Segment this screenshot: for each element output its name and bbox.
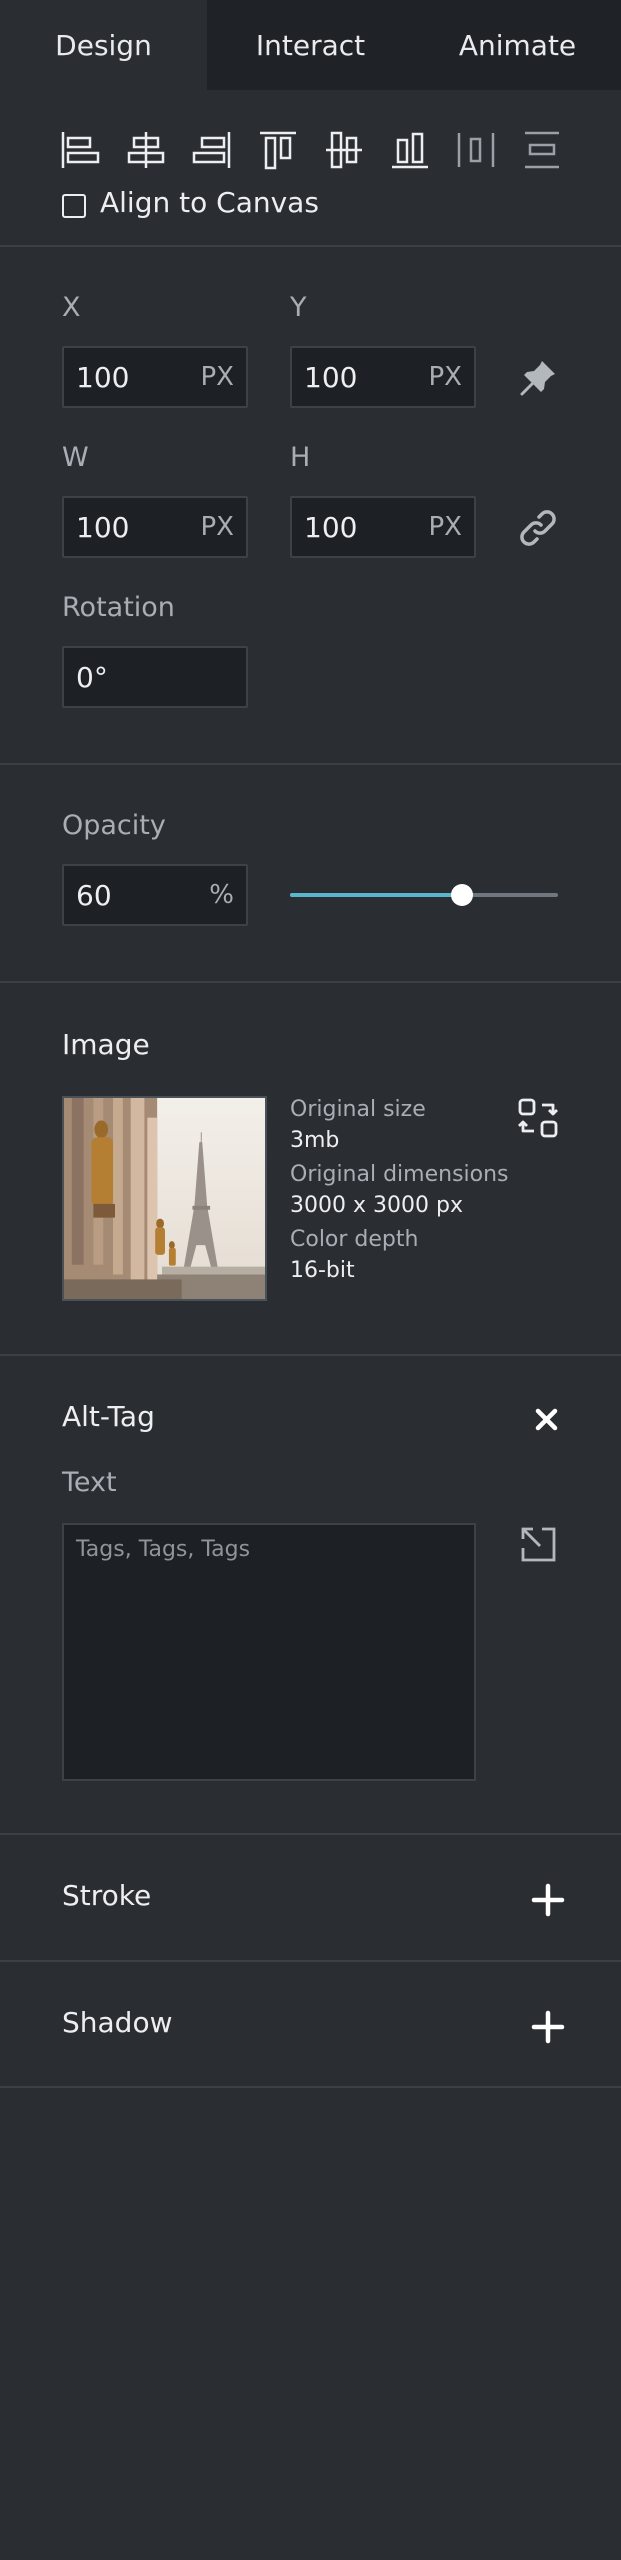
tab-bar: Design Interact Animate (0, 0, 621, 90)
color-depth-value: 16-bit (290, 1258, 355, 1283)
opacity-value: 60 (76, 878, 112, 912)
align-right-icon[interactable] (190, 128, 234, 172)
image-thumbnail[interactable] (62, 1096, 267, 1301)
image-section-title: Image (62, 1028, 150, 1061)
divider (0, 1354, 621, 1356)
y-input[interactable]: 100 PX (290, 346, 476, 408)
h-input[interactable]: 100 PX (290, 496, 476, 558)
opacity-slider-fill (290, 893, 462, 897)
tab-interact[interactable]: Interact (207, 0, 414, 90)
x-input[interactable]: 100 PX (62, 346, 248, 408)
expand-icon[interactable] (516, 1522, 560, 1566)
tab-animate[interactable]: Animate (414, 0, 621, 90)
opacity-slider-thumb[interactable] (450, 884, 473, 906)
x-label: X (62, 292, 81, 323)
align-vertical-center-icon[interactable] (322, 128, 366, 172)
opacity-unit: % (209, 880, 234, 910)
opacity-input[interactable]: 60 % (62, 864, 248, 926)
h-label: H (290, 442, 311, 473)
distribute-horizontal-icon[interactable] (454, 128, 498, 172)
align-top-icon[interactable] (256, 128, 300, 172)
align-to-canvas-label: Align to Canvas (100, 186, 319, 219)
color-depth-label: Color depth (290, 1227, 419, 1252)
w-input[interactable]: 100 PX (62, 496, 248, 558)
rotation-value: 0° (76, 660, 108, 694)
align-bottom-icon[interactable] (388, 128, 432, 172)
rotation-input[interactable]: 0° (62, 646, 248, 708)
add-stroke-icon[interactable] (526, 1878, 570, 1922)
distribute-vertical-icon[interactable] (520, 128, 564, 172)
shadow-title: Shadow (62, 2006, 173, 2039)
w-unit: PX (200, 512, 235, 542)
y-value: 100 (304, 360, 358, 394)
divider (0, 763, 621, 765)
original-dimensions-value: 3000 x 3000 px (290, 1193, 463, 1218)
x-unit: PX (200, 362, 235, 392)
alt-text-placeholder: Tags, Tags, Tags (76, 1537, 251, 1562)
align-to-canvas-checkbox[interactable] (62, 194, 86, 218)
y-unit: PX (428, 362, 463, 392)
alt-text-input[interactable]: Tags, Tags, Tags (62, 1523, 476, 1781)
opacity-label: Opacity (62, 810, 166, 841)
divider (0, 2086, 621, 2088)
divider (0, 245, 621, 247)
x-value: 100 (76, 360, 130, 394)
divider (0, 981, 621, 983)
y-label: Y (290, 292, 307, 323)
original-size-label: Original size (290, 1097, 426, 1122)
link-icon[interactable] (516, 506, 560, 550)
divider (0, 1960, 621, 1962)
tab-design[interactable]: Design (0, 0, 207, 90)
align-left-icon[interactable] (58, 128, 102, 172)
h-unit: PX (428, 512, 463, 542)
alt-tag-title: Alt-Tag (62, 1400, 155, 1433)
close-icon[interactable] (526, 1400, 570, 1444)
opacity-slider[interactable] (290, 884, 558, 906)
original-size-value: 3mb (290, 1128, 340, 1153)
alt-text-label: Text (62, 1467, 117, 1498)
replace-image-icon[interactable] (516, 1096, 560, 1140)
divider (0, 1833, 621, 1835)
w-value: 100 (76, 510, 130, 544)
add-shadow-icon[interactable] (526, 2005, 570, 2049)
w-label: W (62, 442, 89, 473)
pin-icon[interactable] (516, 356, 560, 400)
align-horizontal-center-icon[interactable] (124, 128, 168, 172)
stroke-title: Stroke (62, 1879, 152, 1912)
original-dimensions-label: Original dimensions (290, 1162, 509, 1187)
h-value: 100 (304, 510, 358, 544)
rotation-label: Rotation (62, 592, 175, 623)
